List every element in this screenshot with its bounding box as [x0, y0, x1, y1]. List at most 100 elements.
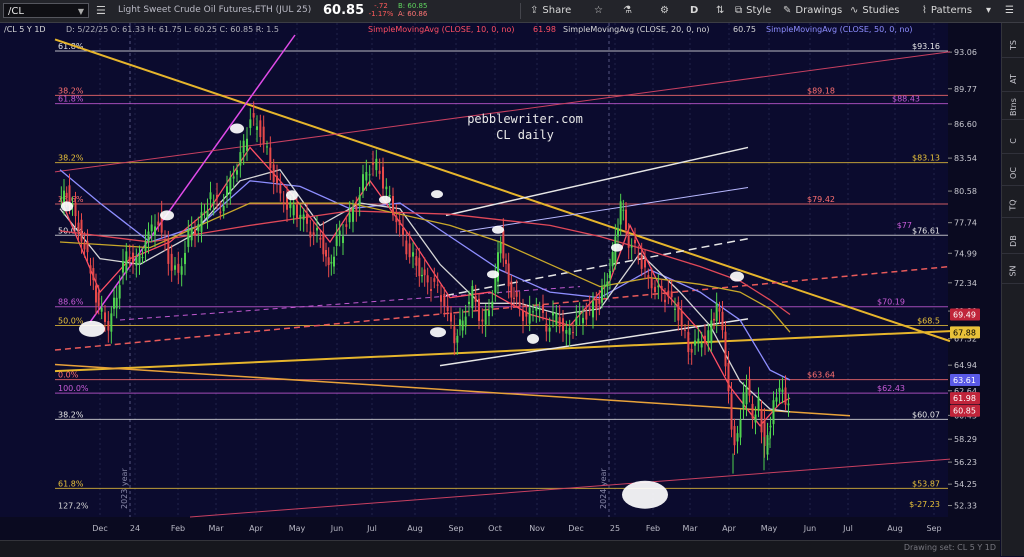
fib-level-label: 127.2%: [58, 501, 89, 510]
candle-body: [722, 312, 724, 330]
candle-body: [716, 303, 718, 321]
level-price-label: $83.13: [912, 154, 940, 163]
time-label: Mar: [208, 524, 224, 533]
time-label: Aug: [407, 524, 423, 533]
ellipse-marker[interactable]: [79, 321, 105, 337]
ellipse-marker[interactable]: [286, 190, 298, 200]
fib-level-label: 61.8%: [58, 479, 84, 488]
studies-button[interactable]: ∿Studies: [850, 3, 900, 19]
style-label: Style: [746, 5, 771, 16]
candle-body: [502, 230, 504, 259]
candle-body: [145, 241, 147, 251]
drawings-button[interactable]: ✎Drawings: [783, 3, 842, 19]
candle-body: [349, 213, 351, 222]
fib-level-label: 61.8%: [58, 95, 84, 104]
candle-body: [421, 275, 423, 276]
candle-body: [755, 415, 757, 423]
sidebar-tab-oc[interactable]: OC: [1002, 161, 1024, 186]
ellipse-marker[interactable]: [487, 270, 499, 278]
symbol-input[interactable]: /CL▼: [3, 3, 89, 18]
aggregation-button[interactable]: D: [690, 3, 698, 19]
ellipse-marker[interactable]: [160, 210, 174, 220]
candle-body: [210, 192, 212, 199]
sma10-label[interactable]: SimpleMovingAvg (CLOSE, 10, 0, no): [368, 25, 515, 34]
candle-body: [505, 260, 507, 264]
patterns-button[interactable]: ⌇Patterns: [922, 3, 972, 19]
sidebar-tab-db[interactable]: DB: [1002, 229, 1024, 254]
candle-body: [443, 294, 445, 306]
style-button[interactable]: ⧉Style: [735, 3, 771, 19]
candle-body: [539, 309, 541, 310]
candle-body: [713, 319, 715, 321]
candle-body: [592, 301, 594, 317]
ellipse-marker[interactable]: [430, 327, 446, 337]
chart-settings-label[interactable]: /CL 5 Y 1D: [4, 25, 46, 34]
candle-body: [519, 302, 521, 306]
candle-body: [508, 263, 510, 286]
y-tick-label: 93.06: [954, 48, 977, 57]
candle-body: [362, 174, 364, 191]
sidebar-tab-btns[interactable]: Btns: [1002, 95, 1024, 120]
candle-body: [562, 318, 564, 331]
candle-body: [681, 311, 683, 327]
candle-body: [122, 261, 124, 273]
candle-body: [687, 332, 689, 352]
status-bar: Drawing set: CL 5 Y 1D: [0, 540, 1000, 557]
ellipse-marker[interactable]: [61, 201, 73, 211]
favorites-button[interactable]: ☆: [594, 3, 607, 19]
quick-settings-button[interactable]: ⇅: [716, 3, 728, 19]
y-tick-label: 64.94: [954, 361, 977, 370]
more-button[interactable]: ▾: [986, 3, 991, 19]
candle-body: [647, 275, 649, 278]
instrument-list-icon[interactable]: ☰: [96, 4, 106, 17]
bid-ask: B: 60.85A: 60.86: [398, 2, 427, 18]
candle-body: [440, 295, 442, 302]
candle-body: [110, 313, 112, 331]
candle-body: [243, 141, 245, 153]
candle-body: [677, 302, 679, 320]
ask-price: A: 60.86: [398, 10, 427, 18]
candle-body: [336, 236, 338, 246]
sma10-value: 61.98: [533, 25, 556, 34]
candle-body: [322, 233, 324, 254]
price-chart[interactable]: 93.0689.7786.6083.5480.5877.7474.9972.34…: [0, 23, 1000, 540]
candle-body: [402, 228, 404, 235]
sma20-label[interactable]: SimpleMovingAvg (CLOSE, 20, 0, no): [563, 25, 710, 34]
chevron-down-icon[interactable]: ▼: [78, 4, 84, 19]
sidebar-tab-tq[interactable]: TQ: [1002, 193, 1024, 218]
candle-body: [606, 282, 608, 287]
sma50-label[interactable]: SimpleMovingAvg (CLOSE, 50, 0, no): [766, 25, 913, 34]
candle-body: [582, 318, 584, 323]
candle-body: [213, 202, 215, 203]
sidebar-tab-c[interactable]: C: [1002, 129, 1024, 154]
ellipse-marker[interactable]: [527, 334, 539, 344]
ellipse-marker[interactable]: [431, 190, 443, 198]
candle-body: [488, 310, 490, 316]
candle-body: [770, 426, 772, 428]
candle-body: [372, 163, 374, 165]
candle-body: [785, 388, 787, 405]
candle-body: [330, 262, 332, 264]
sidebar-tab-at[interactable]: AT: [1002, 67, 1024, 92]
candle-body: [462, 321, 464, 331]
studies-flask-button[interactable]: ⚗: [623, 3, 636, 19]
sidebar-tab-sn[interactable]: SN: [1002, 259, 1024, 284]
watermark-subtitle: CL daily: [496, 128, 554, 142]
ellipse-marker[interactable]: [379, 196, 391, 204]
candle-body: [728, 363, 730, 391]
sidebar-tab-ts[interactable]: TS: [1002, 33, 1024, 58]
candle-body: [450, 313, 452, 322]
ellipse-marker[interactable]: [492, 226, 504, 234]
candle-body: [226, 186, 228, 196]
ellipse-marker[interactable]: [622, 481, 668, 509]
ellipse-marker[interactable]: [230, 124, 244, 134]
share-button[interactable]: ⇪Share: [530, 3, 571, 19]
candle-body: [375, 159, 377, 170]
plot-area[interactable]: [0, 23, 948, 517]
ellipse-marker[interactable]: [611, 244, 623, 252]
candle-body: [565, 330, 567, 334]
candle-body: [148, 232, 150, 242]
menu-button[interactable]: ☰: [1005, 3, 1014, 19]
chart-settings-button[interactable]: ⚙: [660, 3, 673, 19]
ellipse-marker[interactable]: [730, 272, 744, 282]
